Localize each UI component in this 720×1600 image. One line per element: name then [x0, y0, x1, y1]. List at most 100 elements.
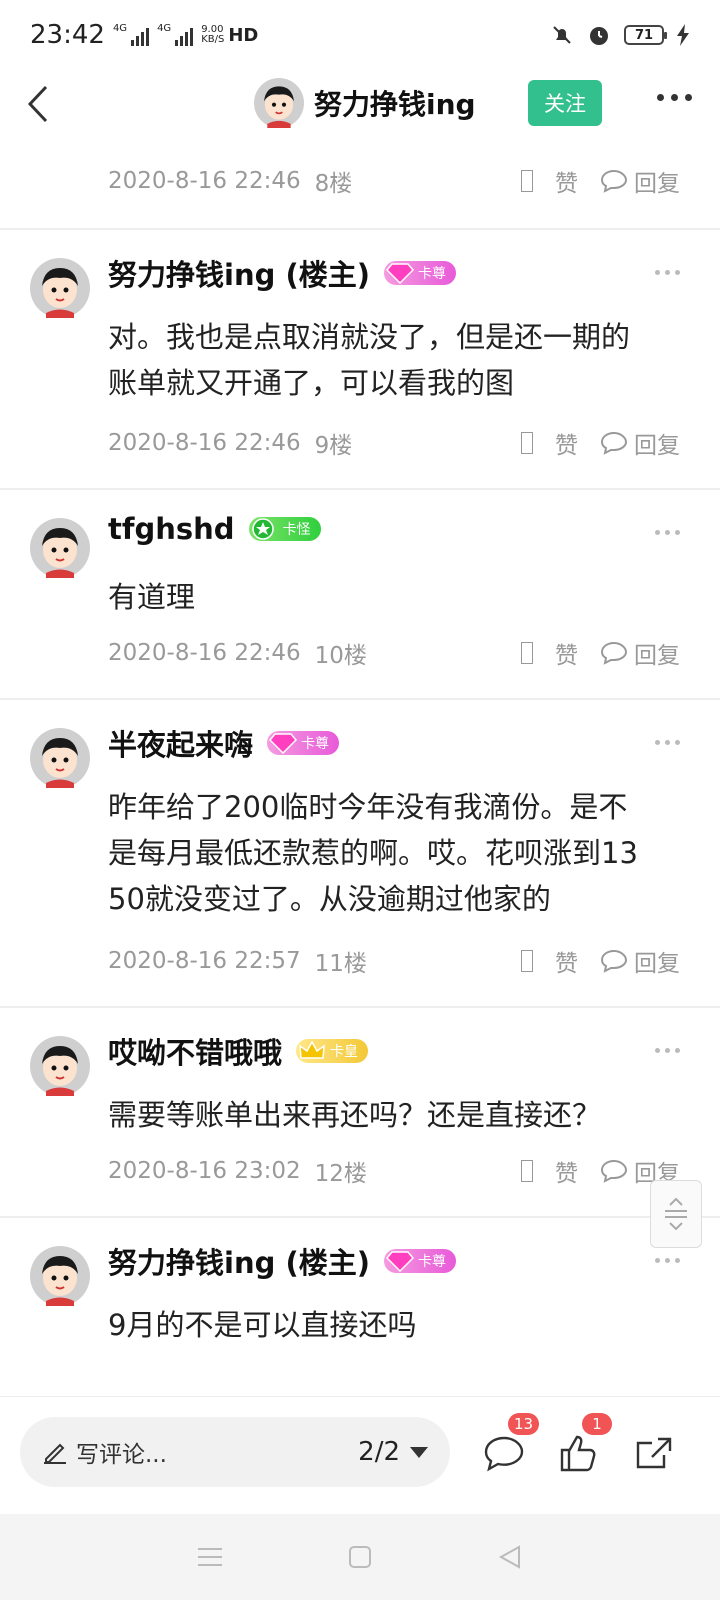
home-square-icon	[349, 1546, 371, 1568]
level-badge: 卡尊	[267, 731, 340, 755]
reply-label: 回复	[634, 433, 680, 459]
reply-bubble-icon	[600, 1159, 628, 1183]
level-badge: 卡怪	[248, 517, 321, 541]
username[interactable]: 努力挣钱ing (楼主)	[108, 252, 370, 294]
previous-comment-meta: 2020-8-16 22:46 8楼 赞 回复	[0, 150, 720, 230]
charging-icon	[677, 24, 689, 46]
comment-more-button[interactable]	[655, 1048, 680, 1053]
status-time: 23:42	[30, 20, 105, 50]
like-thread-button[interactable]: 1	[556, 1413, 612, 1473]
chevron-up-icon	[669, 1198, 683, 1206]
signal-icon-2: 4G	[157, 24, 194, 46]
comment-time: 2020-8-16 23:02	[108, 1158, 301, 1184]
chevron-left-icon	[27, 85, 48, 123]
comment-more-button[interactable]	[655, 270, 680, 275]
more-options-button[interactable]	[657, 94, 692, 101]
level-badge: 卡尊	[383, 261, 456, 285]
author-info[interactable]: 努力挣钱ing	[254, 78, 476, 128]
like-button[interactable]: 赞	[555, 426, 578, 460]
comments-button[interactable]: 13	[482, 1413, 540, 1473]
comment-floor: 12楼	[314, 1161, 367, 1187]
reply-label: 回复	[634, 643, 680, 669]
page-indicator[interactable]: 2/2	[358, 1437, 400, 1467]
alarm-icon	[590, 27, 608, 45]
level-badge: 卡皇	[296, 1039, 369, 1063]
comment-text: 对。我也是点取消就没了，但是还一期的 账单就又开通了，可以看我的图	[108, 314, 680, 406]
comment-placeholder: 写评论...	[76, 1442, 167, 1468]
comment-floor: 10楼	[314, 643, 367, 669]
comment-input[interactable]: 写评论... 2/2	[20, 1417, 450, 1487]
thumb-icon	[521, 1160, 533, 1182]
user-avatar[interactable]	[30, 1036, 90, 1096]
level-badge: 卡尊	[383, 1249, 456, 1273]
username[interactable]: 哎呦不错哦哦	[108, 1030, 282, 1072]
reply-bubble-icon	[600, 431, 628, 455]
network-speed-unit: KB/S	[201, 34, 225, 45]
username[interactable]: tfghshd	[108, 512, 235, 546]
comment-item: 半夜起来嗨 卡尊 昨年给了200临时今年没有我滴份。是不 是每月最低还款惹的啊。…	[0, 700, 720, 1008]
comment-more-button[interactable]	[655, 740, 680, 745]
thumb-icon	[521, 950, 533, 972]
comment-text: 昨年给了200临时今年没有我滴份。是不 是每月最低还款惹的啊。哎。花呗涨到13 …	[108, 784, 680, 922]
user-avatar[interactable]	[30, 1246, 90, 1306]
thumb-icon	[521, 170, 533, 192]
comment-more-button[interactable]	[655, 1258, 680, 1263]
comment-item: 努力挣钱ing (楼主) 卡尊 对。我也是点取消就没了，但是还一期的 账单就又开…	[0, 230, 720, 490]
like-count-badge: 1	[582, 1413, 612, 1435]
like-button[interactable]: 赞	[555, 1154, 578, 1188]
comment-text-line: 9月的不是可以直接还吗	[108, 1308, 417, 1342]
diamond-icon	[269, 733, 298, 754]
reply-button[interactable]: 回复	[600, 636, 680, 670]
follow-button[interactable]: 关注	[528, 80, 602, 126]
back-button[interactable]	[18, 82, 58, 126]
hd-indicator: HD	[228, 24, 259, 46]
like-button[interactable]: 赞	[555, 944, 578, 978]
diamond-icon	[385, 1251, 414, 1272]
username[interactable]: 努力挣钱ing (楼主)	[108, 1240, 370, 1282]
comment-bubble-icon	[484, 1436, 524, 1472]
comment-text-line: 需要等账单出来再还吗？还是直接还？	[108, 1098, 602, 1132]
thumb-icon	[521, 432, 533, 454]
caret-down-icon[interactable]	[410, 1446, 428, 1458]
mute-icon	[553, 26, 571, 44]
comment-floor: 8楼	[314, 171, 353, 197]
like-button[interactable]: 赞	[555, 636, 578, 670]
pencil-icon	[44, 1443, 66, 1464]
star-icon	[251, 518, 274, 540]
comment-count-badge: 13	[508, 1413, 540, 1435]
user-avatar[interactable]	[30, 518, 90, 578]
comment-text-line: 账单就又开通了，可以看我的图	[108, 366, 515, 400]
thumbs-up-icon	[560, 1435, 596, 1472]
signal-icon-1: 4G	[112, 23, 150, 46]
nav-back-button[interactable]	[495, 1542, 525, 1572]
network-speed: 9.00 KB/S	[201, 25, 224, 45]
badge-label: 卡皇	[330, 1044, 359, 1060]
reply-button[interactable]: 回复	[600, 944, 680, 978]
reply-bubble-icon	[600, 641, 628, 665]
nav-menu-button[interactable]	[195, 1542, 225, 1572]
comment-feed[interactable]: 2020-8-16 22:46 8楼 赞 回复 努力挣钱ing (楼主) 卡尊 …	[0, 150, 720, 1396]
badge-label: 卡尊	[417, 1254, 446, 1270]
scroll-handle[interactable]	[650, 1180, 702, 1248]
comment-more-button[interactable]	[655, 530, 680, 535]
thumb-icon	[521, 642, 533, 664]
comment-time: 2020-8-16 22:46	[108, 640, 301, 666]
comment-text-line: 昨年给了200临时今年没有我滴份。是不	[108, 790, 628, 824]
reply-button[interactable]: 回复	[600, 164, 680, 198]
share-button[interactable]	[632, 1433, 676, 1473]
nav-home-button[interactable]	[345, 1542, 375, 1572]
username[interactable]: 半夜起来嗨	[108, 722, 253, 764]
like-button[interactable]: 赞	[555, 164, 578, 198]
menu-icon	[198, 1548, 222, 1566]
reply-button[interactable]: 回复	[600, 426, 680, 460]
user-avatar[interactable]	[30, 728, 90, 788]
status-bar: 23:42 4G 4G 9.00 KB/S HD 71	[0, 0, 720, 70]
comment-time: 2020-8-16 22:46	[108, 430, 301, 456]
user-avatar[interactable]	[30, 258, 90, 318]
comment-item: 哎呦不错哦哦 卡皇 需要等账单出来再还吗？还是直接还？ 2020-8-16 23…	[0, 1008, 720, 1218]
comment-text: 需要等账单出来再还吗？还是直接还？	[108, 1092, 680, 1138]
network-type-1: 4G	[112, 23, 128, 34]
comment-text: 有道理	[108, 574, 680, 620]
comment-item: tfghshd 卡怪 有道理 2020-8-16 22:46 10楼 赞 回复	[0, 490, 720, 700]
comment-text-line: 50就没变过了。从没逾期过他家的	[108, 882, 551, 916]
